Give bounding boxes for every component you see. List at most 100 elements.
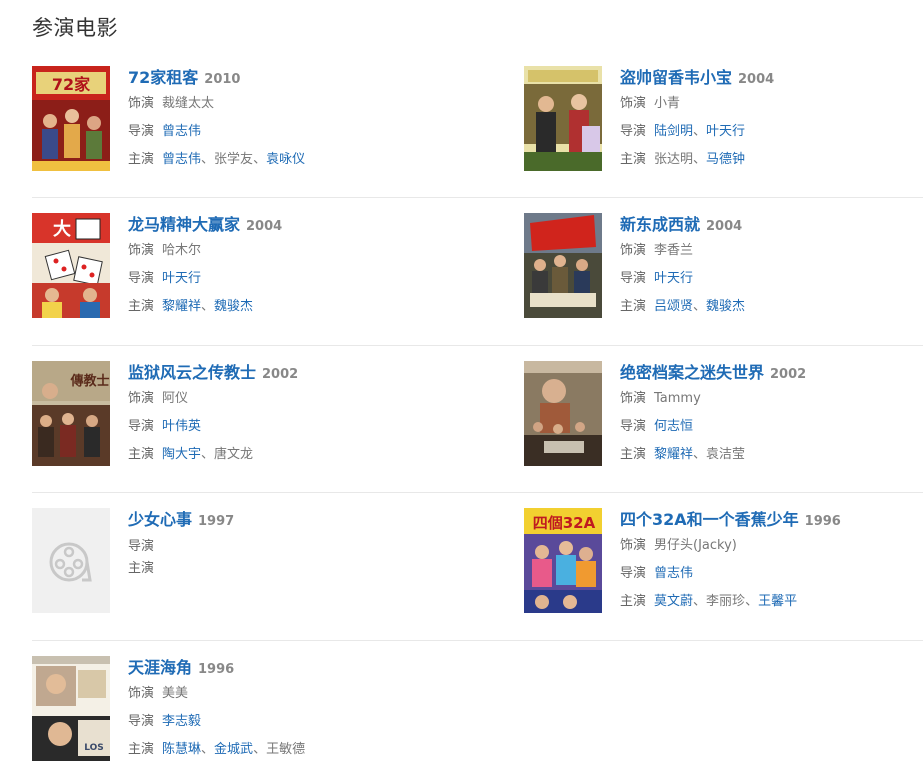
person-name: 张学友: [214, 152, 254, 167]
row-divider: [32, 492, 923, 493]
cast-label: 主演: [128, 742, 155, 757]
person-link[interactable]: 陆剑明: [654, 124, 693, 139]
person-link[interactable]: 黎耀祥: [654, 447, 693, 462]
film-year: 2004: [246, 219, 283, 234]
film-year: 1997: [198, 514, 235, 529]
film-info: 监狱风云之传教士 2002 饰演 阿仪 导演 叶伟英 主演 陶大宇、唐文龙: [128, 361, 448, 469]
film-title-link[interactable]: 监狱风云之传教士: [128, 363, 256, 382]
person-link[interactable]: 曾志伟: [162, 152, 201, 167]
svg-text:LOS: LOS: [84, 743, 104, 753]
person-link[interactable]: 马德钟: [706, 152, 745, 167]
role-value: 李香兰: [654, 243, 694, 258]
film-title-link[interactable]: 绝密档案之迷失世界: [620, 363, 764, 382]
person-link[interactable]: 吕颂贤: [654, 299, 693, 314]
director-label: 导演: [128, 539, 155, 554]
person-link[interactable]: 魏骏杰: [214, 299, 253, 314]
person-link[interactable]: 何志恒: [654, 419, 693, 434]
film-title-link[interactable]: 少女心事: [128, 510, 192, 529]
person-link[interactable]: 王馨平: [758, 594, 797, 609]
role-label: 饰演: [620, 538, 647, 553]
cast-label: 主演: [128, 561, 155, 576]
name-separator: 、: [693, 152, 707, 167]
film-title-link[interactable]: 龙马精神大赢家: [128, 215, 240, 234]
director-row: 导演 何志恒: [620, 413, 923, 441]
film-title-link[interactable]: 天涯海角: [128, 658, 192, 677]
role-row: 饰演 阿仪: [128, 385, 448, 413]
person-link[interactable]: 叶天行: [162, 271, 201, 286]
film-title-row: 四个32A和一个香蕉少年 1996: [620, 508, 923, 532]
role-label: 饰演: [128, 96, 155, 111]
film-poster[interactable]: 四個32A: [524, 508, 602, 613]
person-link[interactable]: 曾志伟: [162, 124, 201, 139]
director-row: 导演 曾志伟: [128, 118, 448, 146]
film-year: 2002: [262, 367, 299, 382]
film-card: 绝密档案之迷失世界 2002 饰演 Tammy 导演 何志恒 主演 黎耀祥、袁洁莹: [524, 361, 923, 471]
film-poster[interactable]: 大: [32, 213, 110, 318]
cast-label: 主演: [620, 447, 647, 462]
director-row: 导演 陆剑明、叶天行: [620, 118, 923, 146]
name-separator: 、: [745, 594, 759, 609]
person-link[interactable]: 莫文蔚: [654, 594, 693, 609]
role-label: 饰演: [128, 391, 155, 406]
director-label: 导演: [620, 271, 647, 286]
role-label: 饰演: [128, 243, 155, 258]
person-link[interactable]: 魏骏杰: [706, 299, 745, 314]
director-label: 导演: [128, 714, 155, 729]
person-link[interactable]: 李志毅: [162, 714, 201, 729]
role-row: 饰演 哈木尔: [128, 237, 448, 265]
film-poster[interactable]: [524, 66, 602, 171]
director-row: 导演 曾志伟: [620, 560, 923, 588]
person-link[interactable]: 陈慧琳: [162, 742, 201, 757]
film-card: 盗帅留香韦小宝 2004 饰演 小青 导演 陆剑明、叶天行 主演 张达明、马德钟: [524, 66, 923, 176]
film-info: 天涯海角 1996 饰演 美美 导演 李志毅 主演 陈慧琳、金城武、王敏德: [128, 656, 448, 764]
cast-row: 主演: [128, 558, 448, 580]
film-year: 2010: [204, 72, 241, 87]
role-label: 饰演: [620, 243, 647, 258]
film-year: 2004: [706, 219, 743, 234]
person-link[interactable]: 叶天行: [706, 124, 745, 139]
person-link[interactable]: 金城武: [214, 742, 253, 757]
cast-row: 主演 张达明、马德钟: [620, 146, 923, 174]
film-info: 龙马精神大赢家 2004 饰演 哈木尔 导演 叶天行 主演 黎耀祥、魏骏杰: [128, 213, 448, 321]
role-label: 饰演: [620, 96, 647, 111]
person-link[interactable]: 陶大宇: [162, 447, 201, 462]
film-title-link[interactable]: 新东成西就: [620, 215, 700, 234]
cast-row: 主演 吕颂贤、魏骏杰: [620, 293, 923, 321]
director-label: 导演: [128, 271, 155, 286]
person-link[interactable]: 曾志伟: [654, 566, 693, 581]
film-poster[interactable]: [524, 213, 602, 318]
person-link[interactable]: 黎耀祥: [162, 299, 201, 314]
film-poster[interactable]: 傳教士: [32, 361, 110, 466]
film-poster[interactable]: [524, 361, 602, 466]
cast-label: 主演: [620, 152, 647, 167]
film-year: 1996: [198, 662, 235, 677]
person-link[interactable]: 叶伟英: [162, 419, 201, 434]
person-link[interactable]: 叶天行: [654, 271, 693, 286]
director-label: 导演: [128, 124, 155, 139]
director-row: 导演: [128, 536, 448, 558]
film-info: 新东成西就 2004 饰演 李香兰 导演 叶天行主演 吕颂贤、魏骏杰: [620, 213, 923, 321]
director-label: 导演: [620, 566, 647, 581]
film-title-row: 监狱风云之传教士 2002: [128, 361, 448, 385]
role-row: 饰演 美美: [128, 680, 448, 708]
role-value: 美美: [162, 686, 189, 701]
film-reel-placeholder-icon[interactable]: [32, 508, 110, 613]
cast-label: 主演: [620, 299, 647, 314]
film-poster[interactable]: LOS: [32, 656, 110, 761]
film-title-row: 天涯海角 1996: [128, 656, 448, 680]
film-title-link[interactable]: 72家租客: [128, 68, 198, 87]
film-title-row: 龙马精神大赢家 2004: [128, 213, 448, 237]
cast-row: 主演 莫文蔚、李丽珍、王馨平: [620, 588, 923, 616]
film-card: 新东成西就 2004 饰演 李香兰 导演 叶天行主演 吕颂贤、魏骏杰: [524, 213, 923, 323]
role-value: 阿仪: [162, 391, 189, 406]
cast-label: 主演: [620, 594, 647, 609]
film-title-link[interactable]: 盗帅留香韦小宝: [620, 68, 732, 87]
name-separator: 、: [693, 447, 707, 462]
director-row: 导演 李志毅: [128, 708, 448, 736]
film-title-link[interactable]: 四个32A和一个香蕉少年: [620, 510, 799, 529]
film-title-row: 少女心事 1997: [128, 508, 448, 532]
person-link[interactable]: 袁咏仪: [266, 152, 305, 167]
role-row: 饰演 Tammy: [620, 385, 923, 413]
film-poster[interactable]: 72家: [32, 66, 110, 171]
role-value: 哈木尔: [162, 243, 202, 258]
